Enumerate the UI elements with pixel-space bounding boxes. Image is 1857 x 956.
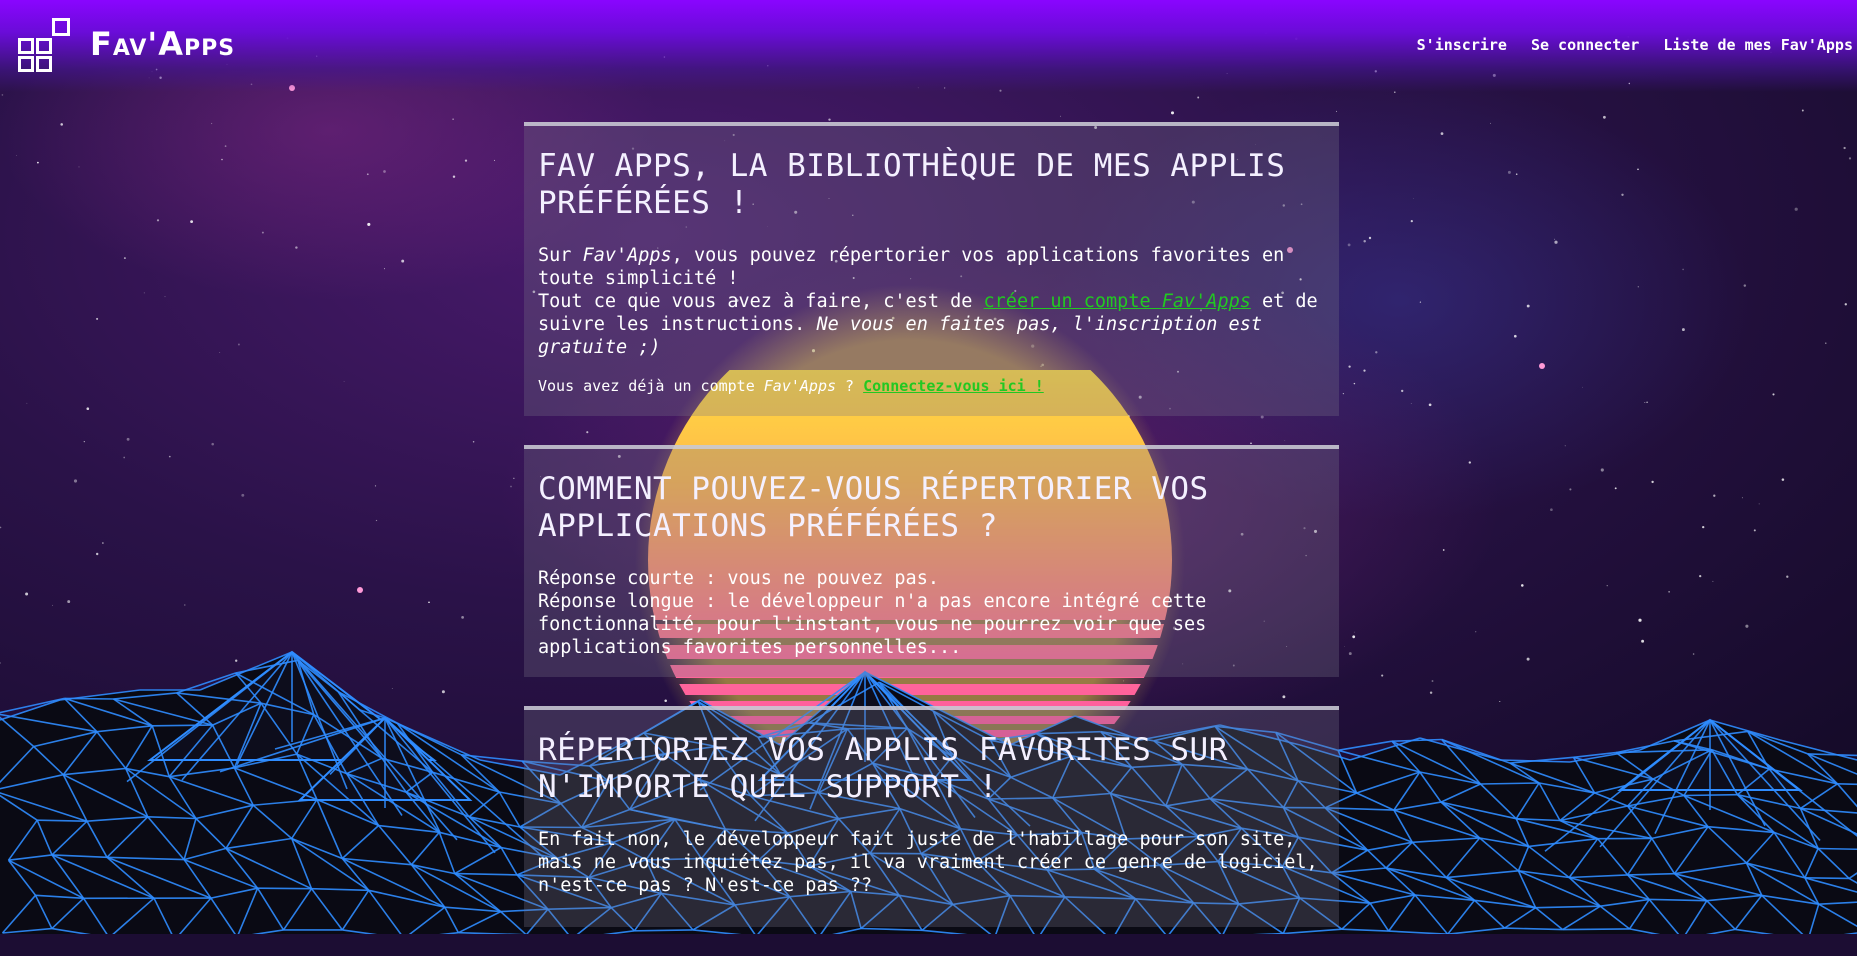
support-title: Répertoriez vos applis favorites sur n'i… [538,732,1325,806]
logo-squares-icon [18,18,70,70]
brand-logo[interactable]: Fav'Apps [18,18,235,70]
intro-card: Fav Apps, la bibliothèque de mes applis … [524,122,1339,416]
nav-sinscrire[interactable]: S'inscrire [1417,36,1507,54]
login-prompt: Vous avez déjà un compte Fav'Apps ? Conn… [538,375,1325,398]
top-navbar: Fav'Apps S'inscrire Se connecter Liste d… [0,0,1857,92]
support-paragraph: En fait non, le développeur fait juste d… [538,828,1325,897]
brand-name: Fav'Apps [90,25,235,63]
intro-title: Fav Apps, la bibliothèque de mes applis … [538,148,1325,222]
how-paragraph: Réponse courte : vous ne pouvez pas. Rép… [538,567,1325,659]
nav-liste-favapps[interactable]: Liste de mes Fav'Apps [1663,36,1853,54]
main-nav: S'inscrire Se connecter Liste de mes Fav… [1417,36,1853,54]
how-title: Comment pouvez-vous répertorier vos appl… [538,471,1325,545]
support-card: Répertoriez vos applis favorites sur n'i… [524,706,1339,927]
nav-se-connecter[interactable]: Se connecter [1531,36,1639,54]
main-content: Fav Apps, la bibliothèque de mes applis … [524,122,1339,956]
how-card: Comment pouvez-vous répertorier vos appl… [524,445,1339,677]
create-account-link[interactable]: créer un compte Fav'Apps [984,291,1251,312]
intro-paragraph: Sur Fav'Apps, vous pouvez répertorier vo… [538,244,1325,359]
login-link[interactable]: Connectez-vous ici ! [863,377,1044,395]
